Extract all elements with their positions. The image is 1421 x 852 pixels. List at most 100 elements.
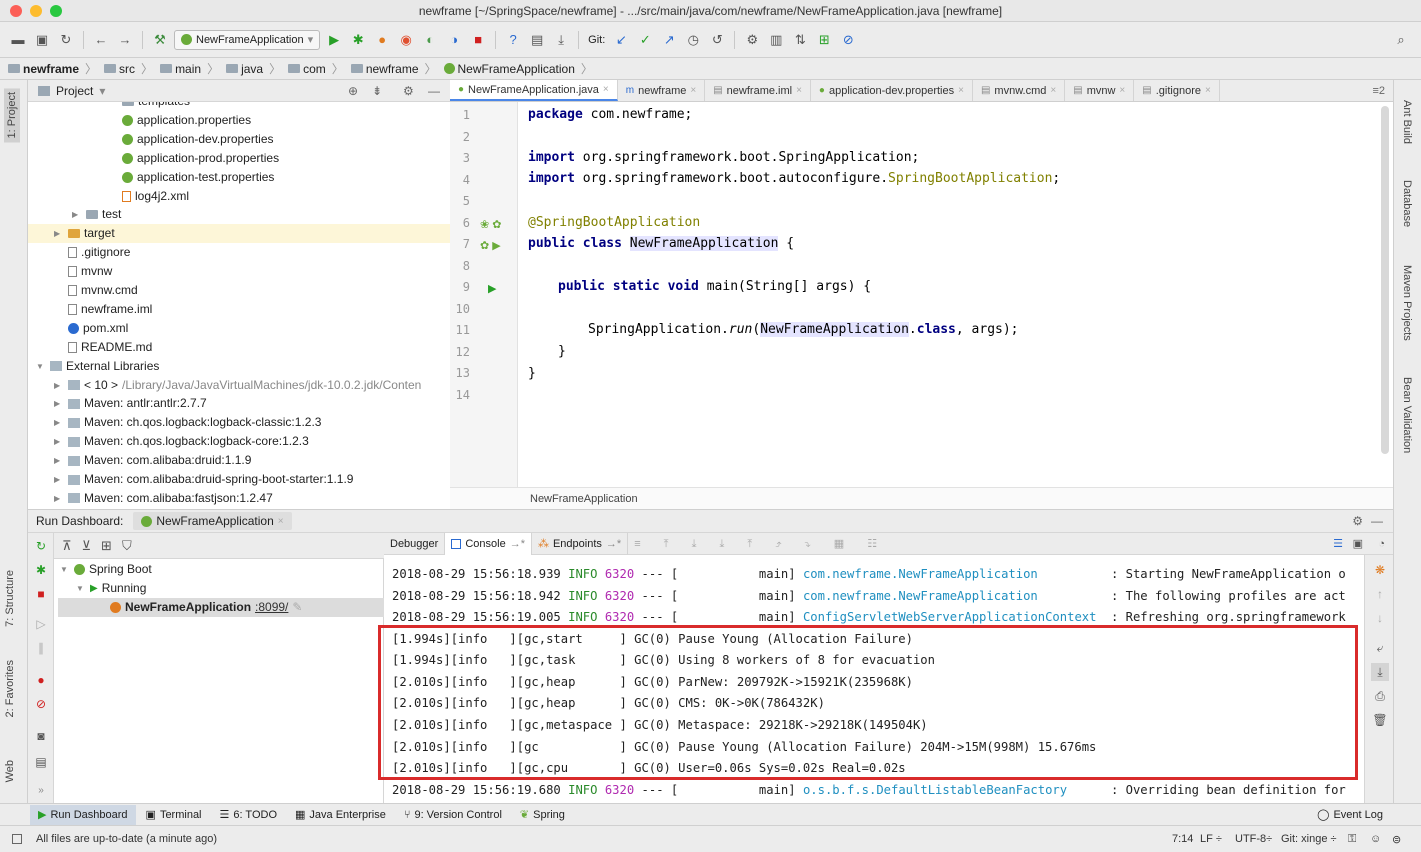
breadcrumb-item[interactable]: src 〉 <box>104 60 160 77</box>
tree-item[interactable]: .gitignore <box>54 243 130 262</box>
expand-arrow-icon[interactable]: ▼ <box>76 579 86 598</box>
tool-tab-bean-validation[interactable]: Bean Validation <box>1401 377 1413 453</box>
tool-tab-favorites[interactable]: 2: Favorites <box>4 660 16 717</box>
tree-node-spring-boot[interactable]: ▼ Spring Boot <box>60 560 152 579</box>
expand-arrow-icon[interactable]: ▶ <box>72 205 82 224</box>
tree-item[interactable]: application.properties <box>108 111 251 130</box>
settings-gear-icon[interactable]: ⚙ <box>1352 514 1363 528</box>
run-main-gutter-icon[interactable]: ▶ <box>488 282 496 295</box>
expand-arrow-icon[interactable]: ▼ <box>60 560 70 579</box>
back-icon[interactable]: ← <box>91 30 111 50</box>
restore-layout-icon[interactable]: ☰ <box>1333 537 1343 550</box>
tab-debugger[interactable]: Debugger <box>384 532 446 555</box>
vcs-operations-icon[interactable]: ⇅ <box>790 30 810 50</box>
tool-tab-project[interactable]: 1: Project <box>4 88 20 143</box>
layout-icon[interactable]: ◔ <box>1378 538 1385 550</box>
update-app-icon[interactable]: ◑ <box>444 30 464 50</box>
tree-item[interactable]: application-test.properties <box>108 168 274 187</box>
tree-item[interactable]: ▶ test <box>72 205 121 224</box>
tool-tab-todo[interactable]: ☰ 6: TODO <box>212 805 285 825</box>
tool-tab-java-enterprise[interactable]: ▦ Java Enterprise <box>287 805 394 825</box>
breadcrumb-item[interactable]: NewFrameApplication 〉 <box>443 60 600 77</box>
caret-position[interactable]: 7:14 <box>1172 833 1193 845</box>
tree-item[interactable]: README.md <box>54 338 152 357</box>
expand-all-icon[interactable]: ⊼ <box>62 538 72 554</box>
tree-node-running[interactable]: ▼ ▶ Running <box>76 579 146 598</box>
debug-bug-icon[interactable]: ✱ <box>34 563 48 577</box>
expand-arrow-icon[interactable]: ▶ <box>54 224 64 243</box>
tool-tab-database[interactable]: Database <box>1401 180 1413 227</box>
run-icon[interactable]: ▶ <box>324 30 344 50</box>
git-update-icon[interactable]: ↙ <box>611 30 631 50</box>
editor-tab[interactable]: m newframe × <box>618 80 706 101</box>
tree-node-app[interactable]: NewFrameApplication :8099/ ✎ <box>58 598 384 617</box>
expand-arrow-icon[interactable]: ▶ <box>54 413 64 432</box>
line-separator-select[interactable]: LF ÷ <box>1200 833 1222 845</box>
git-commit-icon[interactable]: ✓ <box>635 30 655 50</box>
build-hammer-icon[interactable]: ⚒ <box>150 30 170 50</box>
project-view-select[interactable]: Project <box>56 84 93 98</box>
tree-item[interactable]: ▶ < 10 >/Library/Java/JavaVirtualMachines… <box>54 376 421 395</box>
tree-item[interactable]: ▶ Maven: ch.qos.logback:logback-classic:1… <box>54 413 321 432</box>
mute-breakpoints-icon[interactable]: ⊘ <box>34 697 48 711</box>
close-tab-icon[interactable]: × <box>690 85 696 96</box>
code-editor[interactable]: package com.newframe; import org.springf… <box>518 102 1380 487</box>
minimize-window-icon[interactable] <box>30 5 42 17</box>
help-icon[interactable]: ? <box>503 30 523 50</box>
close-tab-icon[interactable]: × <box>958 85 964 96</box>
print-icon[interactable]: ⎙ <box>1373 689 1387 703</box>
tree-item[interactable]: ▶ Maven: com.alibaba:druid-spring-boot-st… <box>54 470 353 489</box>
group-icon[interactable]: ⊞ <box>101 538 112 554</box>
encoding-select[interactable]: UTF-8÷ <box>1235 833 1272 845</box>
breadcrumb-item[interactable]: java 〉 <box>226 60 288 77</box>
hide-panel-icon[interactable]: — <box>428 84 440 98</box>
tree-item[interactable]: ▶ Maven: com.alibaba:druid:1.1.9 <box>54 451 251 470</box>
run-configuration-select[interactable]: NewFrameApplication ▾ <box>174 29 321 50</box>
memory-icon[interactable]: ⊜ <box>1392 833 1401 846</box>
trash-icon[interactable]: 🗑 <box>1372 713 1387 727</box>
event-log-button[interactable]: ◯ Event Log <box>1309 805 1391 825</box>
rerun-icon[interactable]: ↻ <box>34 539 48 553</box>
profile-icon[interactable]: ◉ <box>396 30 416 50</box>
stop-icon[interactable]: ■ <box>468 30 488 50</box>
breadcrumb-item[interactable]: main 〉 <box>160 60 226 77</box>
close-tab-icon[interactable]: × <box>278 516 284 527</box>
git-history-icon[interactable]: ◷ <box>683 30 703 50</box>
close-tab-icon[interactable]: × <box>1050 85 1056 96</box>
rerun-icon[interactable]: ◐ <box>420 30 440 50</box>
tool-tab-structure[interactable]: 7: Structure <box>4 570 16 627</box>
tree-item[interactable]: pom.xml <box>54 319 128 338</box>
close-tab-icon[interactable]: × <box>796 85 802 96</box>
tree-item[interactable]: templates <box>108 102 190 111</box>
scroll-up-icon[interactable]: ↑ <box>1373 587 1387 601</box>
debug-icon[interactable]: ✱ <box>348 30 368 50</box>
tool-tab-web[interactable]: Web <box>4 760 16 782</box>
debugger-step-icons[interactable]: ≡ ⤒ ⤓ ⤓ ⤒ ⤴ ⤵ ▦ ☷ <box>634 537 887 551</box>
save-all-icon[interactable]: ▣ <box>32 30 52 50</box>
pause-icon[interactable]: ∥ <box>34 641 48 655</box>
editor-tab[interactable]: ● NewFrameApplication.java × <box>450 80 618 101</box>
close-window-icon[interactable] <box>10 5 22 17</box>
tree-item[interactable]: newframe.iml <box>54 300 152 319</box>
close-tab-icon[interactable]: × <box>1205 85 1211 96</box>
git-branch-select[interactable]: Git: xinge ÷ <box>1281 833 1337 845</box>
coverage-icon[interactable]: ● <box>372 30 392 50</box>
tool-tab-run-dashboard[interactable]: ▶ Run Dashboard <box>30 804 136 825</box>
tree-item[interactable]: ▶ Maven: com.alibaba:fastjson:1.2.47 <box>54 489 273 508</box>
tool-tab-version-control[interactable]: ⑂ 9: Version Control <box>396 805 510 825</box>
toggle-tool-windows-icon[interactable] <box>12 834 22 844</box>
filter-icon[interactable]: ⛉ <box>122 538 132 554</box>
open-folder-icon[interactable]: ▬ <box>8 30 28 50</box>
edit-icon[interactable]: ✎ <box>292 598 302 617</box>
tool-tab-ant-build[interactable]: Ant Build <box>1401 100 1413 144</box>
soft-wrap-icon[interactable]: ⤶ <box>1373 641 1387 655</box>
tree-item[interactable]: application-prod.properties <box>108 149 279 168</box>
breadcrumb-item[interactable]: newframe 〉 <box>8 60 104 77</box>
project-structure-icon[interactable]: ▤ <box>527 30 547 50</box>
power-save-icon[interactable]: ⊘ <box>838 30 858 50</box>
tool-tab-spring[interactable]: ❦ Spring <box>512 805 573 825</box>
expand-arrow-icon[interactable]: ▼ <box>36 357 46 376</box>
view-breakpoints-icon[interactable]: ● <box>34 673 48 687</box>
breadcrumb-item[interactable]: com 〉 <box>288 60 351 77</box>
expand-arrow-icon[interactable]: ▶ <box>54 432 64 451</box>
